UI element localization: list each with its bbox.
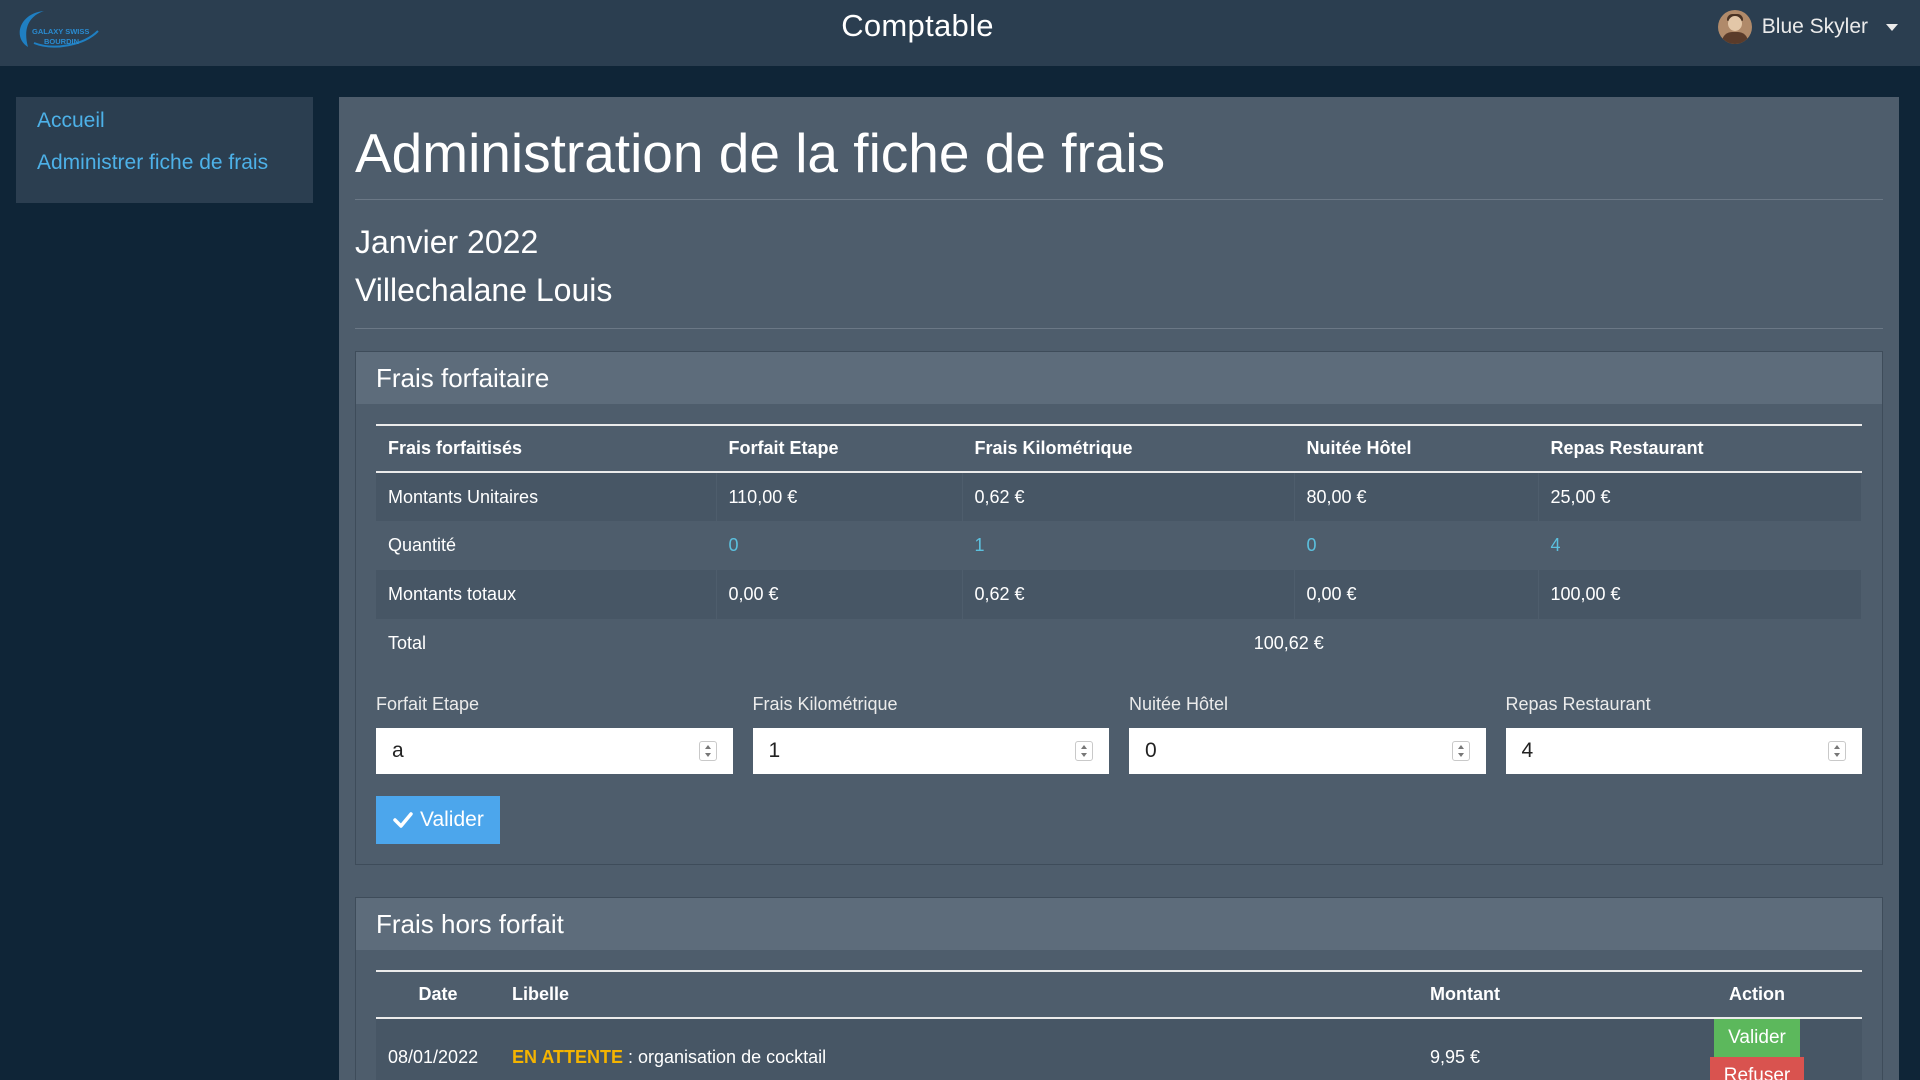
status-badge: EN ATTENTE [512,1046,623,1067]
sidebar: Accueil Administrer fiche de frais [16,97,313,203]
quantity-cell: 0 [1294,521,1539,570]
quantity-cell: 1 [962,521,1295,570]
repas-restaurant-label: Repas Restaurant [1505,694,1651,714]
repas-restaurant-input[interactable]: 4 [1505,728,1862,774]
quantity-cell: 0 [716,521,963,570]
quantity-cell: 4 [1538,521,1862,570]
forfait-card: Frais forfaitaire Frais forfaitisés Forf… [355,351,1883,865]
visitor-name: Villechalane Louis [355,272,613,308]
sidebar-item-administrer-fiche[interactable]: Administrer fiche de frais [16,149,313,191]
accept-button[interactable]: Valider [1714,1019,1800,1057]
chevron-down-icon[interactable] [1886,23,1898,31]
table-cell: 25,00 € [1538,472,1862,521]
table-cell: 80,00 € [1294,472,1539,521]
column-header: Libelle [512,984,570,1004]
forfait-etape-label: Forfait Etape [376,694,480,714]
avatar [1717,10,1752,44]
quantity-form: Forfait Etape a Frais Kilométrique 1 Nui… [376,694,1862,774]
column-header: Repas Restaurant [1538,425,1862,472]
column-header: Forfait Etape [716,425,963,472]
page-title: Administration de la fiche de frais [355,122,1166,184]
check-icon [393,812,413,828]
top-navbar: GALAXY SWISS BOURDIN Comptable Blue Skyl… [0,0,1920,66]
validate-label: Valider [420,808,484,831]
table-cell: 0,00 € [716,570,963,619]
column-header: Frais forfaitisés [376,425,717,472]
forfait-table: Frais forfaitisés Forfait Etape Frais Ki… [376,424,1862,668]
refuse-button[interactable]: Refuser [1709,1057,1805,1080]
spinner-icon[interactable] [698,741,717,761]
user-menu[interactable]: Blue Skyler [1717,10,1898,44]
row-label: Quantité [376,521,717,570]
table-row: Quantité 0 1 0 4 [376,521,1862,570]
table-row: Montants totaux 0,00 € 0,62 € 0,00 € 100… [376,570,1862,619]
column-header: Action [1729,984,1785,1004]
table-cell: 100,00 € [1538,570,1862,619]
column-header: Date [418,984,458,1004]
frais-kilometrique-label: Frais Kilométrique [752,694,898,714]
validate-forfait-button[interactable]: Valider [376,796,500,844]
spinner-icon[interactable] [1075,741,1093,761]
hors-forfait-table: Date Libelle Montant Action 08/01/2022 E… [376,970,1862,1080]
divider [355,199,1883,200]
row-label: Montants totaux [376,570,717,619]
total-value: 100,62 € [716,619,1862,668]
nuitee-hotel-input[interactable]: 0 [1129,728,1486,774]
period-label: Janvier 2022 [355,224,539,260]
forfait-card-header: Frais forfaitaire [356,352,1882,404]
forfait-etape-input[interactable]: a [376,728,733,774]
spinner-icon[interactable] [1451,741,1470,761]
nuitee-hotel-label: Nuitée Hôtel [1129,694,1229,714]
table-row: Montants Unitaires 110,00 € 0,62 € 80,00… [376,472,1862,521]
hors-forfait-card: Frais hors forfait Date Libelle Montant … [355,897,1883,1080]
action-cell: Valider Refuser [1652,1018,1862,1080]
table-header-row: Frais forfaitisés Forfait Etape Frais Ki… [376,425,1862,472]
table-cell: 0,62 € [962,570,1295,619]
row-label: Montants Unitaires [376,472,717,521]
divider [355,328,1883,329]
page-title-navbar: Comptable [841,8,994,43]
table-cell: 0,00 € [1294,570,1539,619]
column-header: Montant [1430,984,1500,1004]
spinner-icon[interactable] [1828,741,1846,761]
column-header: Nuitée Hôtel [1294,425,1539,472]
table-header-row: Date Libelle Montant Action [376,971,1862,1018]
column-header: Frais Kilométrique [962,425,1295,472]
libelle-cell: EN ATTENTE : organisation de cocktail [500,1018,1418,1080]
user-name[interactable]: Blue Skyler [1762,15,1868,39]
montant-cell: 9,95 € [1430,1046,1481,1067]
sidebar-item-accueil[interactable]: Accueil [16,107,313,149]
hors-forfait-card-header: Frais hors forfait [356,898,1882,950]
frais-kilometrique-input[interactable]: 1 [752,728,1109,774]
table-cell: 110,00 € [716,472,963,521]
table-row-total: Total 100,62 € [376,619,1862,668]
main-panel: Administration de la fiche de frais Janv… [339,97,1899,1080]
libelle-text: : organisation de cocktail [623,1046,827,1067]
date-cell: 08/01/2022 [388,1046,479,1067]
table-row: 08/01/2022 EN ATTENTE : organisation de … [376,1018,1862,1080]
total-label: Total [376,619,717,668]
table-cell: 0,62 € [962,472,1295,521]
